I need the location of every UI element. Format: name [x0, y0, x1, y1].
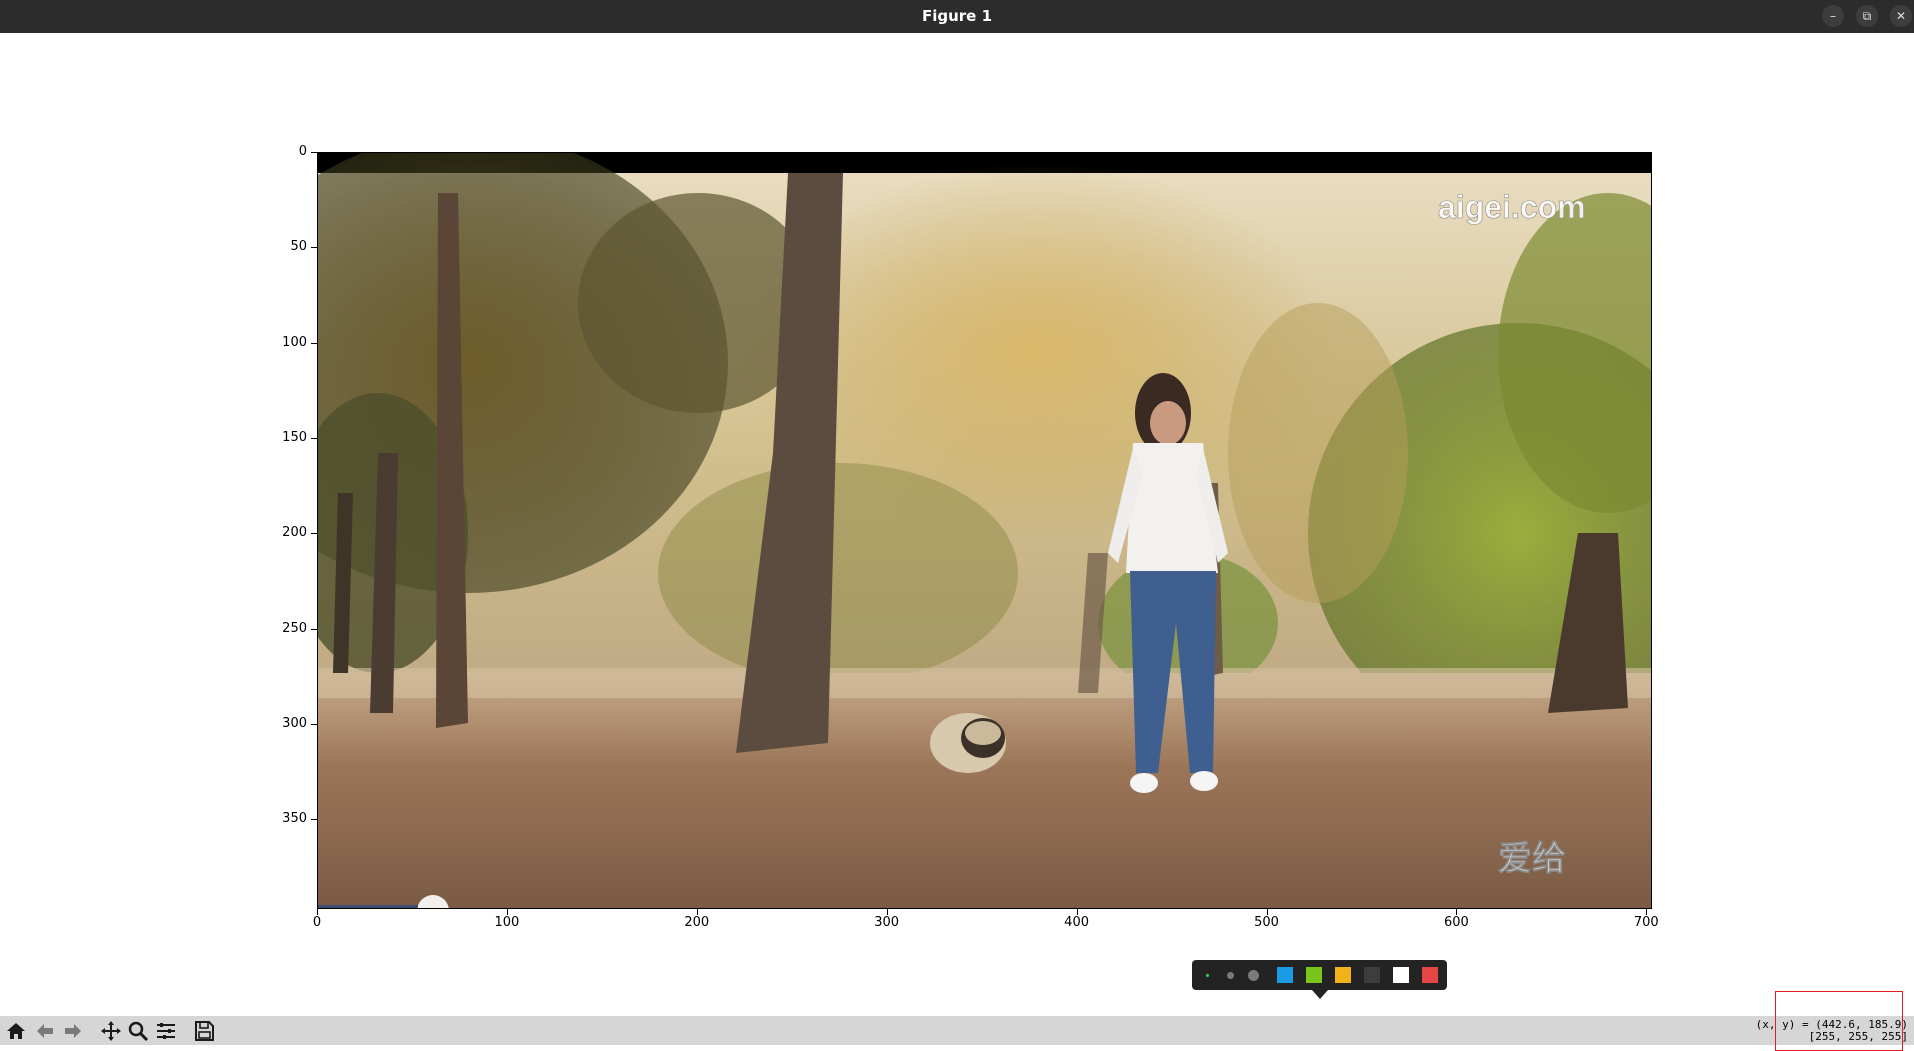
ytick-label: 200: [282, 525, 307, 541]
color-palette-popup: [1192, 960, 1447, 999]
color-swatch[interactable]: [1422, 967, 1438, 983]
xtick-label: 100: [494, 915, 520, 930]
dot-size-small[interactable]: [1206, 974, 1209, 977]
window-title: Figure 1: [921, 7, 993, 25]
ytick-label: 0: [298, 144, 307, 159]
color-swatch[interactable]: [1306, 967, 1322, 983]
ytick-label: 300: [282, 716, 307, 732]
zoom-icon[interactable]: [126, 1019, 150, 1043]
watermark-bottom: 爱给: [1498, 839, 1566, 879]
ytick-mark: [311, 152, 317, 153]
save-icon[interactable]: [192, 1019, 216, 1043]
back-icon[interactable]: [33, 1019, 57, 1043]
xtick-label: 200: [684, 915, 710, 930]
watermark-top: aigei.com: [1438, 189, 1586, 225]
dot-size-large[interactable]: [1248, 970, 1259, 981]
color-swatch[interactable]: [1335, 967, 1351, 983]
close-button[interactable]: ✕: [1890, 5, 1912, 27]
ytick-mark: [311, 342, 317, 344]
ytick-label: 250: [282, 620, 307, 636]
home-icon[interactable]: [4, 1019, 28, 1043]
ytick-label: 350: [282, 811, 307, 827]
ytick-label: 100: [282, 334, 307, 350]
xtick-label: 700: [1633, 915, 1659, 930]
restore-button[interactable]: ⧉: [1856, 5, 1878, 27]
configure-icon[interactable]: [154, 1019, 178, 1043]
minimize-button[interactable]: –: [1822, 5, 1844, 27]
ytick-label: 50: [290, 239, 307, 255]
pan-icon[interactable]: [99, 1019, 123, 1043]
ytick-mark: [311, 628, 317, 630]
ytick-mark: [311, 438, 317, 440]
park-scene-image: aigei.com 爱给: [318, 153, 1651, 908]
xtick-label: 400: [1064, 915, 1089, 930]
displayed-image[interactable]: aigei.com 爱给: [317, 152, 1652, 909]
ytick-label: 150: [282, 430, 307, 446]
window-titlebar: Figure 1 – ⧉ ✕: [0, 0, 1914, 33]
color-swatch[interactable]: [1393, 967, 1409, 983]
xtick-label: 300: [874, 915, 900, 930]
xtick-label: 0: [312, 915, 322, 930]
ytick-mark: [311, 533, 317, 535]
ytick-mark: [311, 819, 317, 821]
highlight-box: [1775, 991, 1903, 1051]
color-swatch[interactable]: [1277, 967, 1293, 983]
color-swatch[interactable]: [1364, 967, 1380, 983]
xtick-label: 600: [1443, 915, 1469, 930]
ytick-mark: [311, 724, 317, 726]
xtick-label: 500: [1254, 915, 1279, 930]
ytick-mark: [311, 247, 317, 249]
plot-axes[interactable]: aigei.com 爱给 0 50 100 150 200 250 300 350 0 100 2…: [282, 144, 1659, 930]
dot-size-medium[interactable]: [1227, 972, 1234, 979]
forward-icon[interactable]: [61, 1019, 85, 1043]
